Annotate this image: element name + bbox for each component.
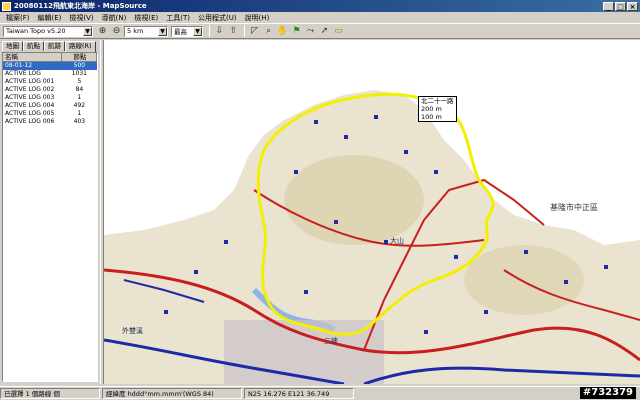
title-bar: 20080112飛航東北海岸 - MapSource _ □ × xyxy=(0,0,640,12)
list-item-name: 08-01-12 xyxy=(5,62,33,69)
list-item-name: ACTIVE LOG 005 xyxy=(5,110,55,117)
place-label: 大山 xyxy=(390,237,404,245)
menu-help[interactable]: 說明(H) xyxy=(241,13,274,23)
list-item-name: ACTIVE LOG 006 xyxy=(5,118,55,125)
chevron-down-icon[interactable]: ▼ xyxy=(193,26,202,36)
menu-utilities[interactable]: 公用程式(U) xyxy=(194,13,241,23)
list-item[interactable]: ACTIVE LOG 1031 xyxy=(3,70,97,78)
window-title: 20080112飛航東北海岸 - MapSource xyxy=(14,2,147,10)
list-item[interactable]: ACTIVE LOG 006 403 xyxy=(3,118,97,126)
road-blue xyxy=(363,366,640,384)
route-label-line1: 200 m xyxy=(421,105,442,113)
route-list[interactable]: 名稱 節點 08-01-12 500 ACTIVE LOG 1031 ACTIV… xyxy=(2,52,98,382)
toolbar-separator xyxy=(244,25,245,37)
list-item[interactable]: 08-01-12 500 xyxy=(3,62,97,70)
menu-tools[interactable]: 工具(T) xyxy=(162,13,194,23)
track-tool-icon[interactable]: ➚ xyxy=(318,25,331,38)
close-button[interactable]: × xyxy=(627,1,638,11)
list-item-points: 5 xyxy=(77,78,82,85)
map-view[interactable]: 北二十一路 200 m 100 m 基隆市中正區 大山 三峽 外雙溪 xyxy=(104,40,640,384)
menu-edit[interactable]: 編輯(E) xyxy=(34,13,66,23)
menu-view-2[interactable]: 檢視(E) xyxy=(130,13,162,23)
status-bar: 已選擇 1 個路線 個 經緯度 hddd°mm.mmm'(WGS 84) N25… xyxy=(0,386,640,400)
list-item[interactable]: ACTIVE LOG 003 1 xyxy=(3,94,97,102)
column-name-header[interactable]: 名稱 xyxy=(3,53,62,61)
detail-value: 最高 xyxy=(174,28,187,36)
list-item-points: 1031 xyxy=(71,70,88,77)
distance-tool-icon[interactable]: ▭ xyxy=(332,25,345,38)
menu-navigate[interactable]: 導航(N) xyxy=(98,13,131,23)
list-item-name: ACTIVE LOG xyxy=(5,70,41,77)
list-item[interactable]: ACTIVE LOG 005 1 xyxy=(3,110,97,118)
list-item[interactable]: ACTIVE LOG 001 5 xyxy=(3,78,97,86)
panel-tabs: 地圖 航點 航跡 路線(R) xyxy=(0,40,100,52)
list-item-name: ACTIVE LOG 001 xyxy=(5,78,55,85)
receive-from-device-icon[interactable]: ⇩ xyxy=(213,25,226,38)
list-item-points: 492 xyxy=(73,102,86,109)
list-item-points: 1 xyxy=(77,110,82,117)
map-product-value: Taiwan Topo v5.20 xyxy=(6,27,66,35)
tab-maps[interactable]: 地圖 xyxy=(2,41,23,51)
zoom-level-select[interactable]: 5 km ▼ xyxy=(124,25,168,37)
menu-view[interactable]: 檢視(V) xyxy=(65,13,97,23)
toolbar: Taiwan Topo v5.20 ▼ ⊕ ⊖ 5 km ▼ 最高 ▼ ⇩ ⇧ … xyxy=(0,23,640,39)
app-icon xyxy=(2,1,11,11)
list-item-points: 84 xyxy=(75,86,84,93)
list-item[interactable]: ACTIVE LOG 004 492 xyxy=(3,102,97,110)
chevron-down-icon[interactable]: ▼ xyxy=(158,26,167,36)
zoom-out-icon[interactable]: ⊖ xyxy=(110,25,123,38)
route-label-name: 北二十一路 xyxy=(421,97,454,105)
minimize-button[interactable]: _ xyxy=(603,1,614,11)
status-coordinates: N25 16.276 E121 36.749 xyxy=(244,388,354,399)
zoom-tool-icon[interactable]: ⌕ xyxy=(262,25,275,38)
detail-select[interactable]: 最高 ▼ xyxy=(171,25,203,37)
urban-area xyxy=(224,320,384,384)
toolbar-separator xyxy=(209,25,210,37)
tab-tracks[interactable]: 航跡 xyxy=(44,41,65,51)
zoom-in-icon[interactable]: ⊕ xyxy=(96,25,109,38)
list-header: 名稱 節點 xyxy=(3,53,97,62)
column-points-header[interactable]: 節點 xyxy=(62,53,97,61)
send-to-device-icon[interactable]: ⇧ xyxy=(227,25,240,38)
place-label: 外雙溪 xyxy=(122,327,143,335)
tab-routes[interactable]: 路線(R) xyxy=(65,41,96,52)
selection-tool-icon[interactable]: ◸ xyxy=(248,25,261,38)
list-item-points: 403 xyxy=(73,118,86,125)
route-label[interactable]: 北二十一路 200 m 100 m xyxy=(418,96,457,122)
menu-bar: 檔案(F) 編輯(E) 檢視(V) 導航(N) 檢視(E) 工具(T) 公用程式… xyxy=(0,12,640,23)
list-item-name: ACTIVE LOG 004 xyxy=(5,102,55,109)
map-product-select[interactable]: Taiwan Topo v5.20 ▼ xyxy=(3,25,93,37)
place-label: 基隆市中正區 xyxy=(550,203,598,212)
list-item[interactable]: ACTIVE LOG 002 84 xyxy=(3,86,97,94)
place-label: 三峽 xyxy=(324,337,338,345)
list-item-name: ACTIVE LOG 003 xyxy=(5,94,55,101)
zoom-level-value: 5 km xyxy=(127,27,144,35)
hand-tool-icon[interactable]: ✋ xyxy=(276,25,289,38)
status-position-format: 經緯度 hddd°mm.mmm'(WGS 84) xyxy=(102,388,242,399)
menu-file[interactable]: 檔案(F) xyxy=(2,13,34,23)
watermark: #732379 xyxy=(579,387,636,399)
list-item-name: ACTIVE LOG 002 xyxy=(5,86,55,93)
maximize-button[interactable]: □ xyxy=(615,1,626,11)
tab-waypoints[interactable]: 航點 xyxy=(23,41,44,51)
mountain-shading xyxy=(284,155,424,245)
route-label-line2: 100 m xyxy=(421,113,442,121)
list-item-points: 1 xyxy=(77,94,82,101)
waypoint-tool-icon[interactable]: ⚑ xyxy=(290,25,303,38)
route-tool-icon[interactable]: ⤳ xyxy=(304,25,317,38)
status-selection: 已選擇 1 個路線 個 xyxy=(0,388,100,399)
data-panel: 地圖 航點 航跡 路線(R) 名稱 節點 08-01-12 500 ACTIVE… xyxy=(0,40,100,384)
chevron-down-icon[interactable]: ▼ xyxy=(83,26,92,36)
list-item-points: 500 xyxy=(73,62,86,69)
